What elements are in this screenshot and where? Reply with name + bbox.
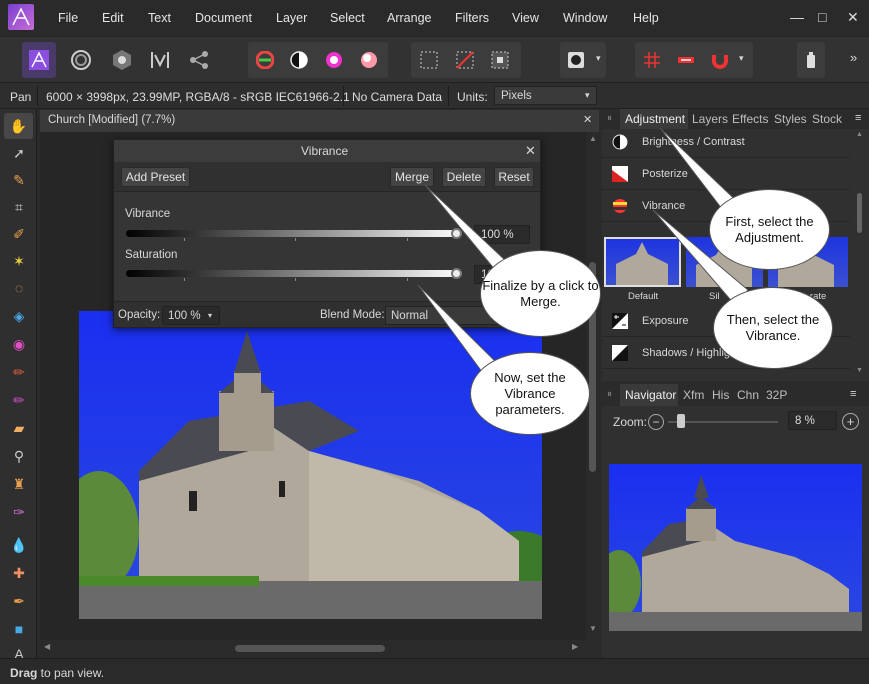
callout-now: Now, set the Vibrance parameters.	[470, 352, 590, 435]
callout-finalize: Finalize by a click to Merge.	[480, 250, 601, 337]
callout-first: First, select the Adjustment.	[709, 189, 830, 270]
callout-then: Then, select the Vibrance.	[713, 287, 833, 369]
